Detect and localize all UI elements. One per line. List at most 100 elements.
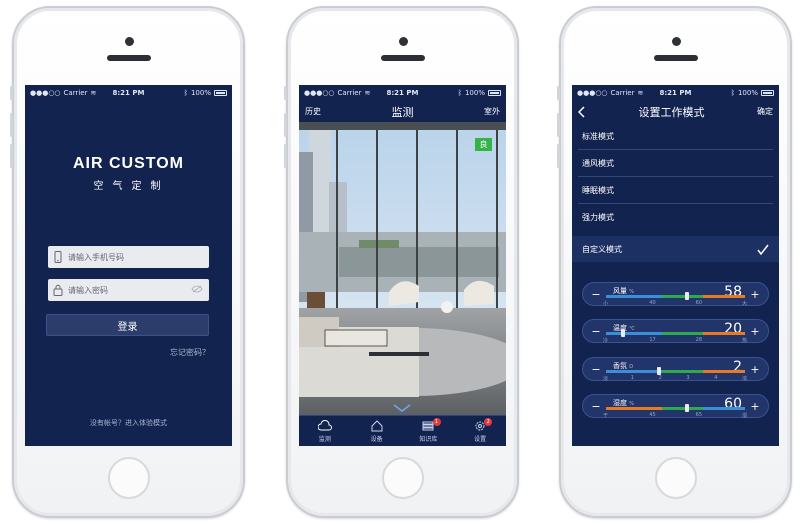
battery-label: 100% bbox=[464, 89, 485, 97]
control-name: 香氛 bbox=[613, 362, 627, 370]
control-name: 湿度 bbox=[613, 399, 627, 407]
eye-icon[interactable] bbox=[191, 285, 203, 295]
phone-placeholder: 请输入手机号码 bbox=[68, 252, 124, 262]
wifi-icon: ≋ bbox=[637, 89, 644, 97]
room-photo: 良 bbox=[299, 122, 506, 416]
slider-tick-label: 热 bbox=[742, 338, 748, 344]
slider-knob[interactable] bbox=[684, 404, 689, 412]
outdoor-button[interactable]: 室外 bbox=[484, 106, 500, 117]
status-time: 8:21 PM bbox=[386, 89, 419, 97]
slider-tick-label: 干 bbox=[603, 413, 609, 419]
slider-tick-label: 冷 bbox=[603, 338, 609, 344]
slider-track bbox=[606, 295, 745, 298]
slider-tick-label: 大 bbox=[742, 301, 748, 307]
mode-item-ventilation[interactable]: 通风模式 bbox=[578, 150, 773, 177]
wifi-icon: ≋ bbox=[90, 89, 97, 97]
wifi-icon: ≋ bbox=[364, 89, 371, 97]
notification-badge: 2 bbox=[484, 418, 493, 426]
tab-devices[interactable]: 设备 bbox=[351, 416, 403, 446]
signal-icon: ●●●○○ bbox=[577, 89, 608, 97]
checkmark-icon bbox=[757, 244, 769, 255]
history-button[interactable]: 历史 bbox=[305, 106, 321, 117]
battery-label: 100% bbox=[190, 89, 211, 97]
phone-login: ●●●○○ Carrier ≋ 8:21 PM ᛒ 100% AIR CUSTOM 空… bbox=[10, 6, 245, 518]
login-screen: ●●●○○ Carrier ≋ 8:21 PM ᛒ 100% AIR CUSTOM 空… bbox=[25, 85, 232, 446]
home-button[interactable] bbox=[381, 457, 424, 499]
password-input[interactable]: 请输入密码 bbox=[48, 279, 209, 301]
camera bbox=[398, 37, 408, 46]
bluetooth-icon: ᛒ bbox=[183, 89, 188, 97]
page-title: 设置工作模式 bbox=[638, 105, 705, 119]
mode-item-strong[interactable]: 强力模式 bbox=[578, 204, 773, 230]
slider-knob[interactable] bbox=[620, 329, 625, 337]
forgot-password-link[interactable]: 忘记密码？ bbox=[170, 347, 210, 358]
tab-label: 监测 bbox=[318, 435, 331, 443]
humidity-slider[interactable]: 干 45 65 湿 bbox=[582, 404, 769, 419]
custom-mode-label: 自定义模式 bbox=[582, 244, 622, 254]
nav-bar: 历史 监测 室外 bbox=[299, 101, 506, 122]
battery-icon bbox=[760, 90, 774, 96]
slider-tick-label: 2 bbox=[658, 375, 662, 381]
status-time: 8:21 PM bbox=[112, 89, 145, 97]
speaker bbox=[380, 55, 425, 61]
slider-knob[interactable] bbox=[656, 367, 661, 375]
slider-tick-label: 1 bbox=[630, 375, 634, 381]
monitor-screen: ●●●○○Carrier≋ 8:21 PM ᛒ100% 历史 监测 室外 bbox=[299, 85, 506, 446]
slider-tick-label: 65 bbox=[695, 412, 703, 418]
home-button[interactable] bbox=[107, 457, 150, 499]
status-time: 8:21 PM bbox=[659, 89, 692, 97]
login-button[interactable]: 登录 bbox=[46, 314, 209, 336]
camera bbox=[124, 37, 134, 46]
slider-tick-label: 湿 bbox=[742, 413, 748, 419]
slider-track bbox=[606, 407, 745, 410]
slider-tick-label: 淡 bbox=[603, 376, 609, 382]
phone-mode: ●●●○○ Carrier ≋ 8:21 PM ᛒ 100% 设置工作模式 确定 标准… bbox=[557, 6, 792, 518]
brand-subtitle: 空气定制 bbox=[93, 181, 170, 192]
mode-item-sleep[interactable]: 睡眠模式 bbox=[578, 177, 773, 204]
temperature-slider[interactable]: 冷 17 28 热 bbox=[582, 329, 769, 344]
tab-label: 设备 bbox=[370, 435, 383, 443]
slider-knob[interactable] bbox=[684, 292, 689, 300]
confirm-button[interactable]: 确定 bbox=[757, 106, 773, 117]
chevron-down-icon[interactable] bbox=[393, 404, 411, 412]
mode-list: 标准模式 通风模式 睡眠模式 强力模式 bbox=[572, 123, 779, 230]
tab-bar: 监测 设备 知识库 1 设置 2 bbox=[299, 415, 506, 446]
tab-monitor[interactable]: 监测 bbox=[299, 416, 351, 446]
phone-icon bbox=[48, 251, 68, 263]
phone-input[interactable]: 请输入手机号码 bbox=[48, 246, 209, 268]
slider-tick-label: 浓 bbox=[742, 376, 748, 382]
status-bar: ●●●○○ Carrier ≋ 8:21 PM ᛒ 100% bbox=[572, 85, 779, 101]
speaker bbox=[106, 55, 151, 61]
battery-icon bbox=[213, 90, 227, 96]
phone-monitor: ●●●○○Carrier≋ 8:21 PM ᛒ100% 历史 监测 室外 bbox=[284, 6, 519, 518]
slider-tick-label: 45 bbox=[649, 412, 656, 418]
lock-icon bbox=[48, 284, 68, 296]
home-button[interactable] bbox=[654, 457, 697, 499]
tab-label: 知识库 bbox=[419, 435, 438, 443]
camera bbox=[671, 37, 681, 46]
air-quality-badge: 良 bbox=[475, 138, 492, 151]
page-title: 监测 bbox=[391, 105, 414, 119]
mode-item-standard[interactable]: 标准模式 bbox=[578, 123, 773, 150]
brand-logo: AIR CUSTOM bbox=[72, 155, 185, 172]
slider-tick-label: 4 bbox=[714, 375, 718, 381]
tab-knowledge[interactable]: 知识库 1 bbox=[403, 416, 455, 446]
fragrance-slider[interactable]: 淡 1 2 3 4 浓 bbox=[582, 367, 769, 382]
mode-item-custom[interactable]: 自定义模式 bbox=[572, 236, 779, 262]
slider-track bbox=[606, 332, 745, 335]
back-arrow-icon[interactable] bbox=[578, 105, 586, 118]
password-placeholder: 请输入密码 bbox=[68, 285, 108, 295]
slider-tick-label: 40 bbox=[649, 300, 656, 306]
fan-speed-slider[interactable]: 小 40 60 大 bbox=[582, 292, 769, 307]
control-name: 风量 bbox=[613, 287, 627, 295]
carrier-label: Carrier bbox=[337, 89, 362, 97]
house-icon bbox=[371, 419, 383, 431]
carrier-label: Carrier bbox=[610, 89, 635, 97]
tab-label: 设置 bbox=[474, 435, 487, 443]
nav-bar: 设置工作模式 确定 bbox=[572, 101, 779, 122]
notification-badge: 1 bbox=[432, 418, 441, 426]
slider-tick-label: 小 bbox=[603, 301, 609, 307]
trial-mode-link[interactable]: 没有帐号？进入体验模式 bbox=[25, 418, 232, 428]
signal-icon: ●●●○○ bbox=[30, 89, 61, 97]
tab-settings[interactable]: 设置 2 bbox=[454, 416, 506, 446]
